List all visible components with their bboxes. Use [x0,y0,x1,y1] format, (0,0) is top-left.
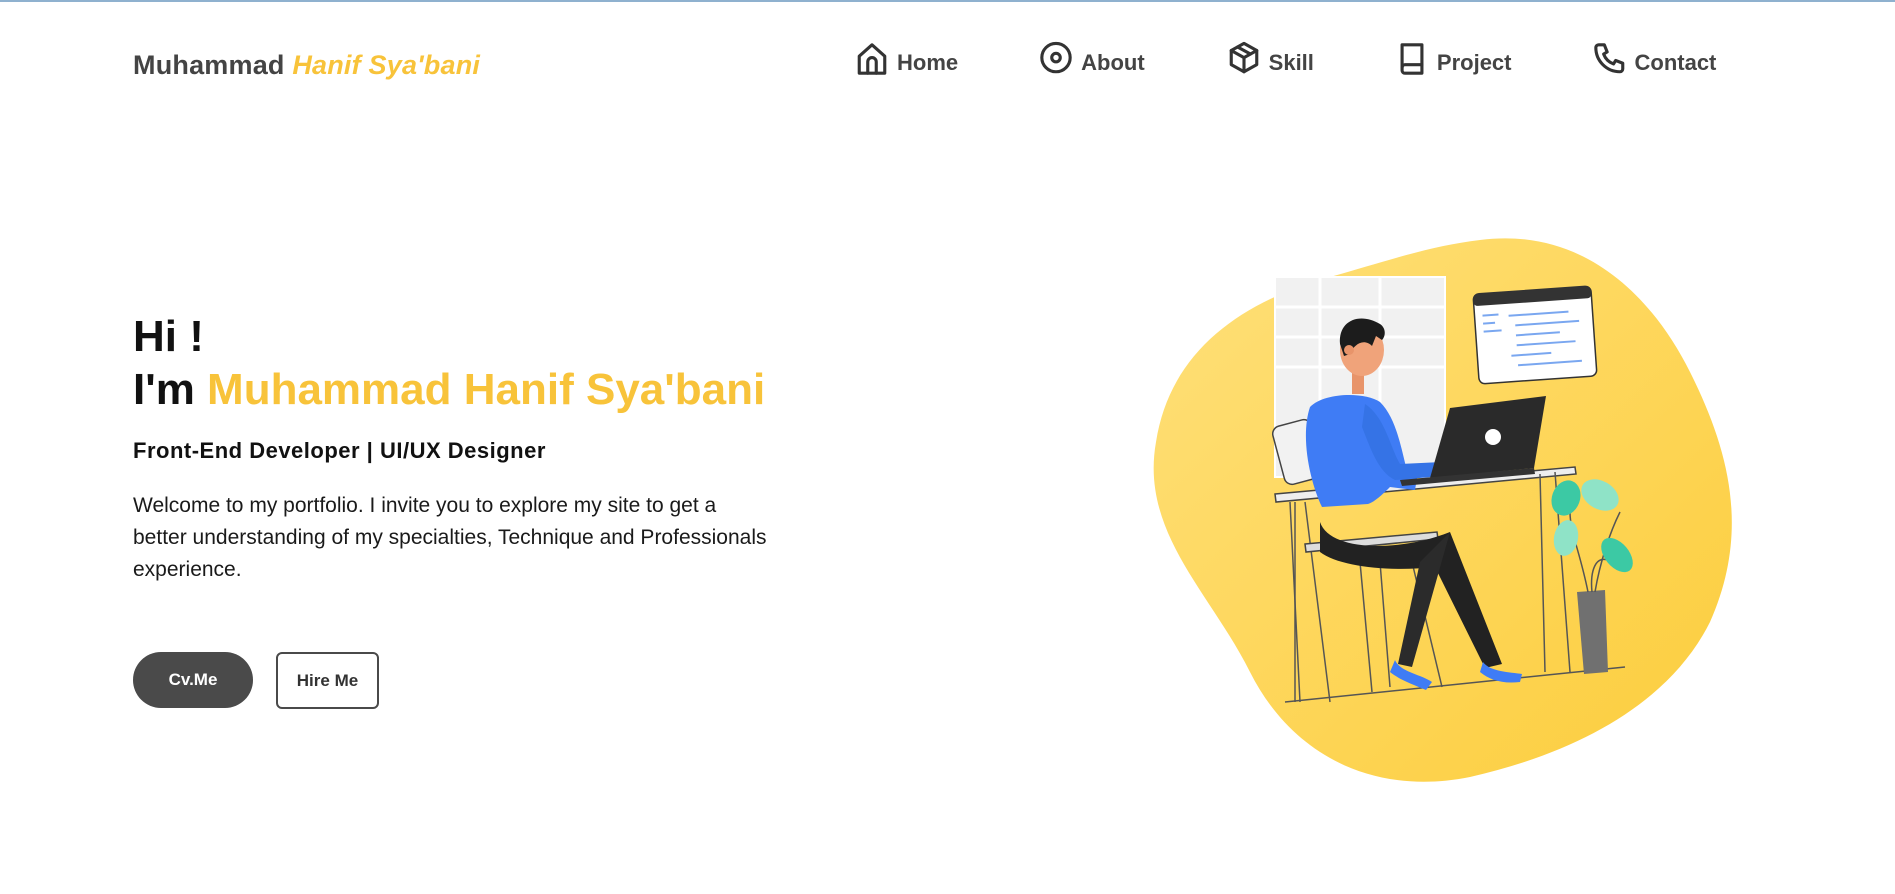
hero-greeting: Hi ! [133,312,204,361]
book-icon [1400,43,1424,75]
hero-name-line: I'm Muhammad Hanif Sya'bani [133,363,765,416]
home-icon [857,43,887,75]
nav-item-label: Contact [1634,50,1717,75]
hero-intro: Welcome to my portfolio. I invite you to… [133,494,767,581]
nav-item-skill[interactable]: Skill [1227,40,1314,78]
hero-role: Front-End Developer | UI/UX Designer [133,438,546,463]
hero-name: Muhammad Hanif Sya'bani [207,365,766,414]
cv-button[interactable]: Cv.Me [133,652,253,708]
nav-item-label: Home [897,50,959,75]
nav-item-label: Skill [1268,50,1314,75]
main-nav: Home About Skill Project Contact [855,40,1716,78]
hire-me-button[interactable]: Hire Me [276,652,379,709]
nav-item-contact[interactable]: Contact [1593,40,1717,78]
nav-item-label: About [1081,50,1145,75]
brand-logo[interactable]: Muhammad Hanif Sya'bani [133,50,480,81]
disc-icon [1040,41,1072,74]
nav-item-about[interactable]: About [1039,40,1145,78]
code-window [1472,285,1598,385]
nav-item-project[interactable]: Project [1395,40,1512,78]
page: Muhammad Hanif Sya'bani Home About Skill… [0,0,1895,894]
nav-item-label: Project [1436,50,1512,75]
brand-accent-name: Hanif Sya'bani [292,50,481,80]
hero-im: I'm [133,365,195,414]
developer-illustration [1153,238,1732,782]
box-icon [1229,41,1258,74]
phone-icon [1593,43,1624,74]
nav-item-home[interactable]: Home [855,40,958,78]
hero-heading: Hi ! I'm Muhammad Hanif Sya'bani [133,310,765,416]
brand-first-name: Muhammad [133,50,285,80]
